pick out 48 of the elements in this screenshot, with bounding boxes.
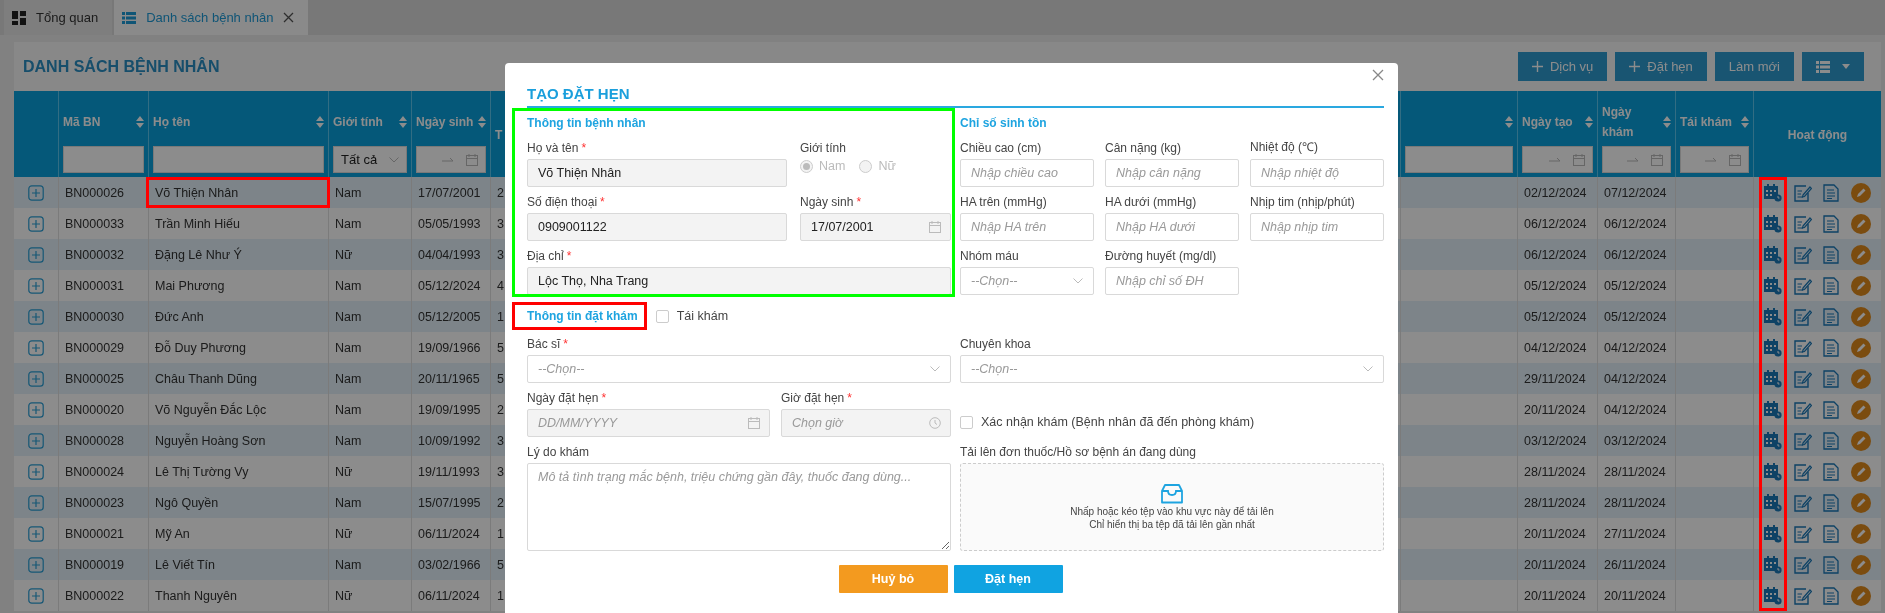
field-label: Ngày đặt hẹn: [527, 391, 599, 405]
field-label: Cân nặng (kg): [1105, 141, 1182, 155]
column-label: Tái khám: [1680, 113, 1733, 131]
required-mark: *: [601, 391, 607, 405]
dialog-title: TẠO ĐẶT HẸN: [527, 85, 630, 104]
required-mark: *: [600, 195, 605, 209]
required-mark: *: [847, 391, 852, 405]
required-mark: *: [581, 141, 587, 155]
column-label: Họ tên: [153, 113, 191, 131]
table-cell: BN000022: [58, 580, 148, 611]
section-heading: Thông tin bệnh nhân: [527, 115, 647, 132]
required-mark: *: [856, 195, 862, 209]
field-label: Giới tính: [800, 141, 846, 155]
field-label: Nhịp tim (nhịp/phút): [1250, 195, 1355, 209]
field-label: Họ và tên: [527, 141, 579, 155]
field-label: HA dưới (mmHg): [1105, 195, 1197, 209]
required-mark: *: [566, 249, 572, 263]
field-label: Số điện thoại: [527, 195, 598, 209]
field-label: Chiều cao (cm): [960, 141, 1042, 155]
field-label: Nhiệt độ (℃): [1250, 139, 1319, 155]
column-label: Mã BN: [63, 113, 101, 131]
column-label: Giới tính: [333, 113, 383, 131]
field-label: Đường huyết (mg/dl): [1105, 249, 1217, 263]
upload-note: Chỉ hiển thị ba tệp đã tải lên gần nhất: [1089, 519, 1255, 530]
field-label: Địa chỉ: [527, 249, 564, 263]
field-label: Ngày sinh: [800, 195, 854, 209]
column-label: T: [495, 127, 503, 144]
field-label: Tải lên đơn thuốc/Hồ sơ bệnh án đang dùng: [960, 445, 1196, 459]
field-label: Chuyên khoa: [960, 337, 1031, 351]
page-title: DANH SÁCH BỆNH NHÂN: [23, 57, 220, 76]
field-label: Bác sĩ: [527, 337, 561, 351]
column-label: Hoạt động: [1787, 127, 1848, 144]
column-label: Ngày sinh: [416, 113, 474, 131]
column-label: Ngày tạo: [1522, 113, 1573, 131]
table-cell: Thanh Nguyên: [148, 580, 328, 611]
column-label: Ngày khám: [1602, 103, 1635, 141]
table-cell: Nữ: [328, 580, 411, 611]
required-mark: *: [563, 337, 569, 351]
upload-hint: Nhấp hoặc kéo tệp vào khu vực này để tải lên: [1070, 506, 1274, 517]
field-label: Lý do khám: [527, 445, 590, 459]
section-heading: Thông tin đặt khám: [527, 303, 638, 329]
table-cell: 20/11/2024: [1517, 580, 1597, 611]
table-cell: 06/11/2024: [411, 580, 490, 611]
section-heading: Chỉ số sinh tồn: [960, 115, 1048, 132]
field-label: Giờ đặt hẹn: [781, 391, 845, 405]
field-label: HA trên (mmHg): [960, 195, 1047, 209]
field-label: Nhóm máu: [960, 249, 1019, 263]
table-cell: 20/11/2024: [1597, 580, 1675, 611]
